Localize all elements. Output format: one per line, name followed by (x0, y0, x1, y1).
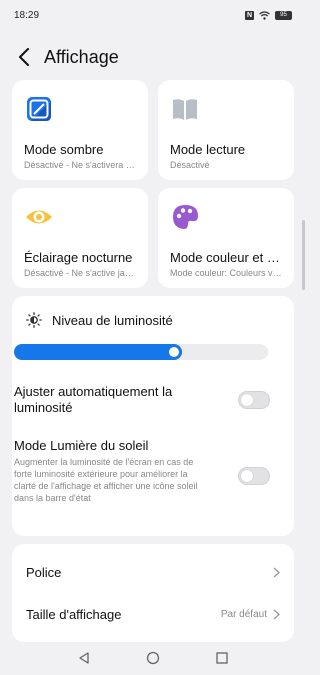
status-icons: N 95 (245, 10, 292, 20)
brightness-label: Niveau de luminosité (52, 312, 173, 328)
font-display-card: Police Taille d'affichage Par défaut (12, 544, 294, 642)
auto-brightness-row[interactable]: Ajuster automatiquement la luminosité (14, 384, 270, 416)
tile-color-mode[interactable]: Mode couleur et température Mode couleur… (158, 188, 294, 288)
status-bar: 18:29 N 95 (0, 0, 306, 30)
tile-subtitle: Mode couleur: Couleurs vives (170, 268, 282, 278)
book-icon (170, 94, 200, 124)
tile-subtitle: Désactivé (170, 160, 210, 170)
brightness-slider-thumb[interactable] (169, 347, 179, 357)
tile-dark-mode[interactable]: Mode sombre Désactivé - Ne s'activera ja… (12, 80, 148, 180)
display-size-label: Taille d'affichage (26, 606, 122, 622)
auto-brightness-toggle[interactable] (238, 391, 270, 409)
tile-reading-mode[interactable]: Mode lecture Désactivé (158, 80, 294, 180)
tile-subtitle: Désactivé - Ne s'activera jamais automat… (24, 160, 136, 170)
brightness-icon (26, 312, 42, 328)
tile-night-light[interactable]: Éclairage nocturne Désactivé - Ne s'acti… (12, 188, 148, 288)
tile-subtitle: Désactivé - Ne s'active jamais automatiq… (24, 268, 136, 278)
nfc-icon: N (245, 10, 254, 20)
font-row[interactable]: Police (12, 550, 294, 594)
tile-title: Mode lecture (170, 142, 246, 157)
sunlight-mode-description: Augmenter la luminosité de l'écran en ca… (14, 457, 198, 503)
toggle-knob (241, 394, 253, 406)
display-size-row[interactable]: Taille d'affichage Par défaut (12, 592, 294, 636)
nav-home-icon[interactable] (146, 651, 160, 665)
sunlight-mode-row[interactable]: Mode Lumière du soleil Augmenter la lumi… (14, 438, 270, 504)
chevron-right-icon (273, 609, 280, 619)
eye-icon (24, 202, 54, 232)
brightness-slider[interactable] (14, 344, 268, 360)
scroll-indicator (302, 220, 305, 290)
wifi-icon (259, 10, 270, 20)
dark-mode-icon (24, 94, 54, 124)
font-label: Police (26, 564, 62, 580)
navigation-bar (0, 641, 306, 675)
tile-title: Mode sombre (24, 142, 104, 157)
tile-title: Éclairage nocturne (24, 250, 133, 265)
battery-icon: 95 (275, 10, 292, 20)
nav-recents-icon[interactable] (215, 651, 229, 665)
sunlight-mode-label: Mode Lumière du soleil (14, 438, 149, 453)
nav-back-icon[interactable] (77, 651, 91, 665)
chevron-right-icon (273, 567, 280, 577)
display-size-value: Par défaut (220, 608, 267, 620)
back-button[interactable] (2, 40, 46, 74)
palette-icon (170, 202, 200, 232)
brightness-slider-fill (14, 344, 182, 360)
status-time: 18:29 (14, 9, 40, 21)
page-title: Affichage (44, 46, 119, 67)
toggle-knob (241, 470, 253, 482)
auto-brightness-label: Ajuster automatiquement la luminosité (14, 384, 173, 415)
brightness-header: Niveau de luminosité (26, 312, 173, 328)
sunlight-mode-toggle[interactable] (238, 467, 270, 485)
tile-title: Mode couleur et température (170, 250, 282, 265)
back-arrow-icon (19, 48, 29, 66)
header: Affichage (0, 40, 306, 74)
